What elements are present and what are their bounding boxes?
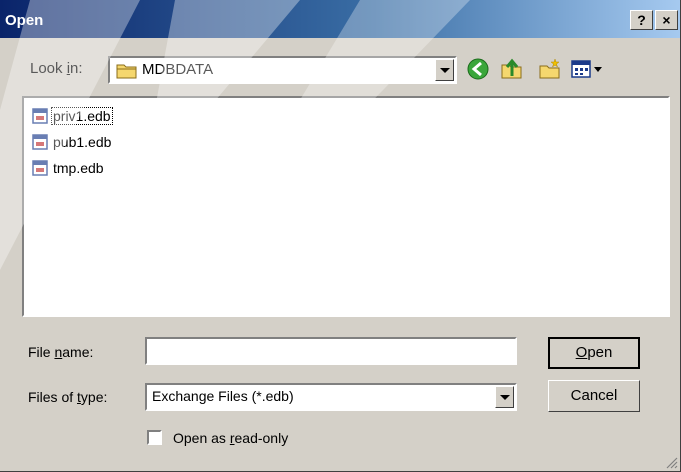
open-button[interactable]: Open bbox=[548, 337, 640, 369]
look-in-value: MDBDATA bbox=[142, 61, 214, 78]
close-button[interactable]: × bbox=[655, 10, 678, 30]
look-in-combo[interactable]: MDBDATA bbox=[108, 56, 457, 84]
back-icon[interactable] bbox=[466, 57, 490, 81]
list-item[interactable]: pub1.edb bbox=[32, 132, 112, 152]
window-title: Open bbox=[5, 12, 44, 29]
look-in-label: Look in: bbox=[30, 60, 83, 77]
read-only-checkbox[interactable] bbox=[147, 430, 162, 445]
file-name: priv1.edb bbox=[51, 107, 113, 125]
file-type-dropdown-button[interactable] bbox=[495, 386, 514, 408]
open-dialog: Open ? × Look in: MDBDATA priv1.edb pub1… bbox=[0, 0, 681, 472]
list-item[interactable]: priv1.edb bbox=[32, 106, 113, 126]
file-name-input[interactable] bbox=[145, 337, 517, 365]
database-file-icon bbox=[32, 134, 48, 150]
read-only-label[interactable]: Open as read-only bbox=[173, 430, 288, 446]
list-item[interactable]: tmp.edb bbox=[32, 158, 105, 178]
file-name: pub1.edb bbox=[53, 134, 112, 150]
database-file-icon bbox=[32, 108, 48, 124]
resize-grip-icon[interactable] bbox=[664, 455, 678, 469]
up-folder-icon[interactable] bbox=[500, 57, 524, 81]
folder-icon bbox=[116, 64, 137, 79]
chevron-down-icon bbox=[499, 394, 510, 400]
file-list[interactable]: priv1.edb pub1.edb tmp.edb bbox=[22, 96, 670, 317]
file-name-label: File name: bbox=[28, 344, 94, 360]
files-of-type-label: Files of type: bbox=[28, 389, 108, 405]
file-type-combo[interactable]: Exchange Files (*.edb) bbox=[145, 383, 517, 411]
title-bar[interactable]: Open bbox=[0, 0, 680, 38]
look-in-dropdown-button[interactable] bbox=[435, 59, 454, 81]
file-name: tmp.edb bbox=[53, 160, 104, 176]
views-menu-icon[interactable] bbox=[570, 57, 606, 81]
database-file-icon bbox=[32, 160, 48, 176]
chevron-down-icon bbox=[439, 67, 450, 73]
file-type-value: Exchange Files (*.edb) bbox=[152, 388, 294, 404]
cancel-button[interactable]: Cancel bbox=[548, 380, 640, 412]
help-button[interactable]: ? bbox=[630, 10, 653, 30]
new-folder-icon[interactable] bbox=[538, 57, 562, 81]
